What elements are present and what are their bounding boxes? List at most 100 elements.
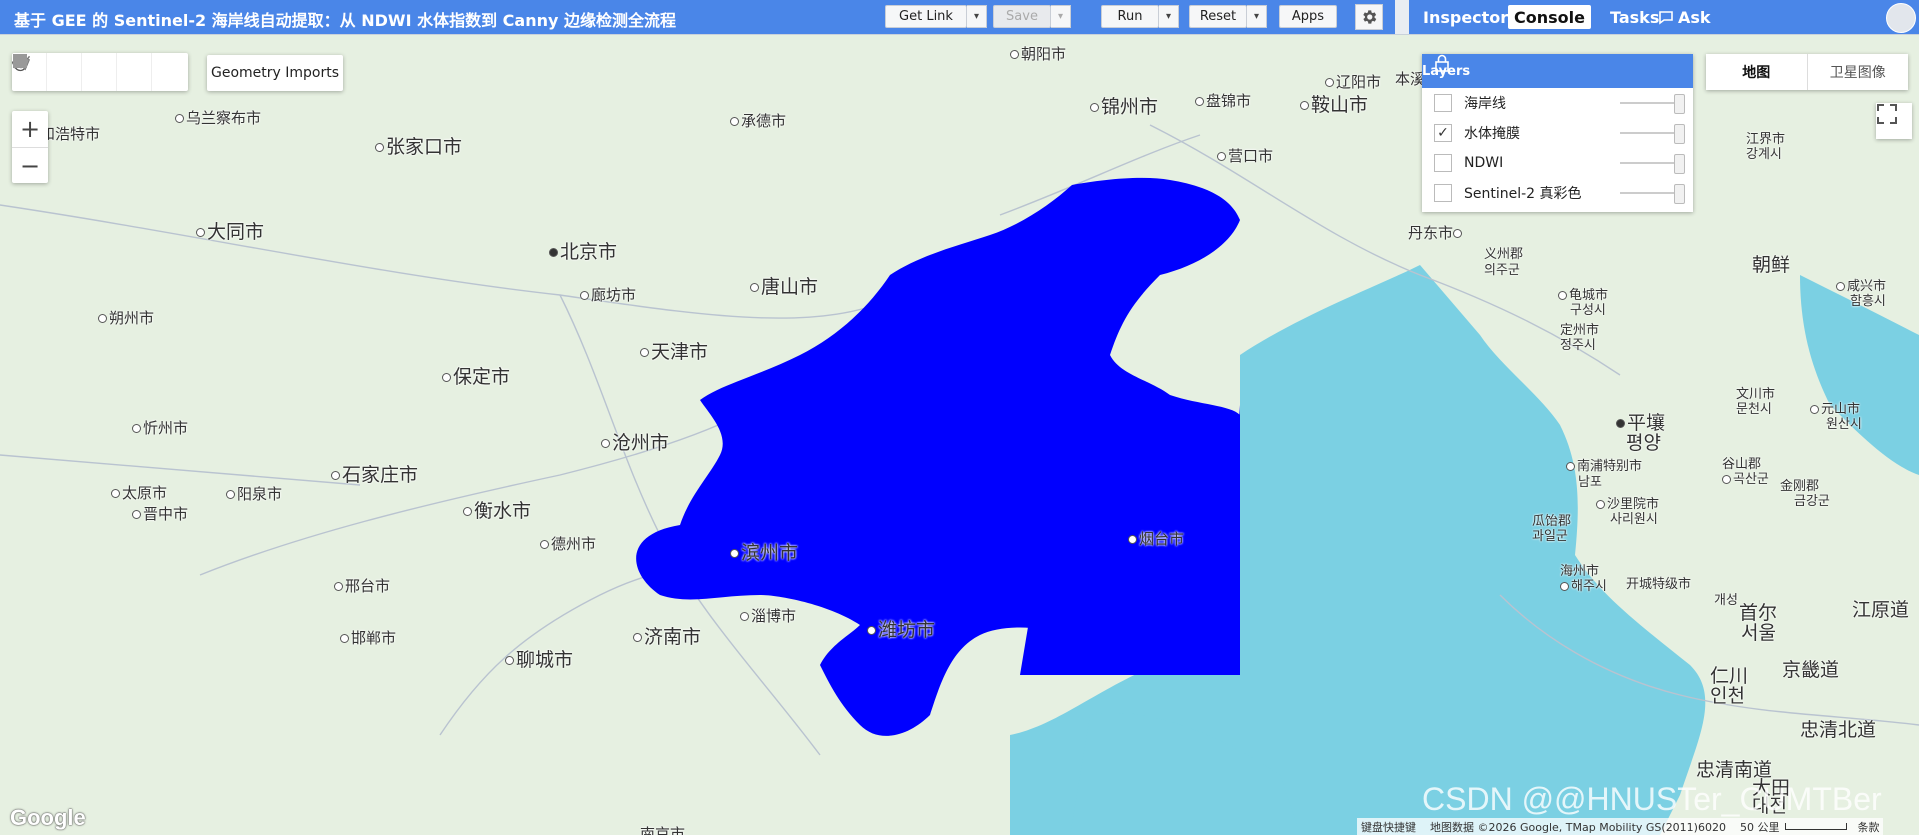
reset-dropdown[interactable]: ▾ bbox=[1247, 5, 1267, 28]
reset-button[interactable]: Reset bbox=[1189, 5, 1247, 28]
watermark: CSDN @@HNUSTer_CUMTBer bbox=[1422, 781, 1882, 817]
city-name: 张家口市 bbox=[386, 136, 463, 158]
city-marker bbox=[132, 424, 141, 433]
opacity-slider-track[interactable] bbox=[1620, 192, 1678, 194]
city-name: 鞍山市 bbox=[1311, 94, 1369, 116]
run-button[interactable]: Run bbox=[1101, 5, 1159, 28]
city-name: 문천시 bbox=[1736, 402, 1772, 417]
map-type-roadmap[interactable]: 地图 bbox=[1706, 54, 1808, 90]
city-name: 정주시 bbox=[1560, 338, 1596, 353]
script-title[interactable]: 基于 GEE 的 Sentinel-2 海岸线自动提取：从 NDWI 水体指数到… bbox=[14, 7, 676, 31]
city-name: 남포 bbox=[1578, 475, 1602, 490]
opacity-slider-track[interactable] bbox=[1620, 102, 1678, 104]
tab-inspector[interactable]: Inspector bbox=[1417, 5, 1514, 29]
save-button[interactable]: Save bbox=[993, 5, 1051, 28]
geometry-imports-button[interactable]: Geometry Imports bbox=[207, 55, 343, 91]
save-dropdown[interactable]: ▾ bbox=[1051, 5, 1071, 28]
city-name: 서울 bbox=[1741, 622, 1776, 644]
opacity-slider-handle[interactable] bbox=[1674, 154, 1685, 174]
city-label: 江原道 bbox=[1852, 595, 1909, 622]
lock-icon bbox=[1435, 54, 1449, 72]
city-marker bbox=[1558, 291, 1567, 300]
polygon-tool[interactable] bbox=[13, 53, 152, 91]
city-label: 烟台市 bbox=[1128, 528, 1184, 549]
panel-splitter[interactable] bbox=[1397, 0, 1409, 34]
city-label: 忠清北道 bbox=[1800, 715, 1876, 742]
city-name: 금강군 bbox=[1794, 494, 1830, 509]
drawing-tools bbox=[12, 53, 188, 91]
city-name: 营口市 bbox=[1228, 147, 1274, 165]
marker-tool[interactable] bbox=[16, 53, 82, 91]
city-label: 锦州市 bbox=[1090, 92, 1158, 119]
google-logo: Google bbox=[10, 805, 86, 830]
keyboard-shortcuts-link[interactable]: 键盘快捷键 bbox=[1361, 819, 1416, 835]
city-label: 邢台市 bbox=[334, 575, 390, 596]
city-name: 원산시 bbox=[1826, 417, 1862, 432]
city-name: 朝鲜 bbox=[1752, 254, 1791, 276]
city-name: 과일군 bbox=[1532, 529, 1568, 544]
opacity-slider-handle[interactable] bbox=[1674, 184, 1685, 204]
city-label: 京畿道 bbox=[1782, 655, 1839, 682]
city-marker bbox=[1195, 97, 1204, 106]
city-label: 石家庄市 bbox=[331, 460, 418, 487]
city-name: 阳泉市 bbox=[237, 485, 283, 503]
rectangle-tool[interactable] bbox=[13, 53, 186, 91]
opacity-slider-track[interactable] bbox=[1620, 162, 1678, 164]
city-marker bbox=[730, 117, 739, 126]
right-panel-tabs: Inspector Console Tasks Ask bbox=[1409, 0, 1919, 34]
opacity-slider-handle[interactable] bbox=[1674, 124, 1685, 144]
layers-header[interactable]: Layers bbox=[1422, 54, 1693, 88]
run-dropdown[interactable]: ▾ bbox=[1159, 5, 1179, 28]
layer-checkbox[interactable]: ✓ bbox=[1434, 124, 1452, 142]
layer-row-sentinel2: Sentinel-2 真彩色 bbox=[1422, 178, 1693, 208]
city-marker bbox=[1090, 103, 1099, 112]
city-name: 大同市 bbox=[207, 221, 265, 243]
settings-button[interactable] bbox=[1355, 4, 1383, 30]
line-tool[interactable] bbox=[13, 53, 117, 91]
get-link-dropdown[interactable]: ▾ bbox=[967, 5, 987, 28]
city-label: 정주시 bbox=[1560, 334, 1596, 353]
city-marker bbox=[1010, 50, 1019, 59]
city-name: 京畿道 bbox=[1782, 659, 1840, 681]
get-link-button[interactable]: Get Link bbox=[885, 5, 967, 28]
city-name: 德州市 bbox=[551, 535, 597, 553]
city-label: 과일군 bbox=[1532, 525, 1568, 544]
fullscreen-button[interactable] bbox=[1876, 103, 1912, 139]
tab-console[interactable]: Console bbox=[1508, 5, 1591, 29]
map-canvas[interactable]: 朝阳市 乌兰察布市 承德市 锦州市 盘锦市 鞍山市 辽阳市 本溪 和浩特市 张家… bbox=[0, 35, 1919, 835]
apps-button[interactable]: Apps bbox=[1279, 5, 1337, 28]
opacity-slider-handle[interactable] bbox=[1674, 94, 1685, 114]
zoom-out-button[interactable]: − bbox=[12, 148, 48, 184]
city-name: 해주시 bbox=[1571, 579, 1607, 594]
terms-link[interactable]: 条款 bbox=[1857, 819, 1879, 835]
city-label: 乌兰察布市 bbox=[175, 107, 261, 128]
layer-checkbox[interactable] bbox=[1434, 94, 1452, 112]
layer-checkbox[interactable] bbox=[1434, 154, 1452, 172]
city-name: 강계시 bbox=[1746, 147, 1782, 162]
city-marker bbox=[750, 283, 759, 292]
layer-checkbox[interactable] bbox=[1434, 184, 1452, 202]
city-name: 烟台市 bbox=[1139, 530, 1185, 548]
city-label: 사리원시 bbox=[1610, 508, 1658, 527]
city-marker bbox=[1836, 282, 1845, 291]
map-type-satellite[interactable]: 卫星图像 bbox=[1808, 54, 1909, 90]
scale-label[interactable]: 50 公里 bbox=[1740, 819, 1780, 835]
city-label: 济南市 bbox=[633, 622, 701, 649]
city-marker bbox=[175, 114, 184, 123]
city-label: 문천시 bbox=[1736, 398, 1772, 417]
avatar[interactable] bbox=[1886, 3, 1916, 33]
city-marker bbox=[334, 582, 343, 591]
city-label: 남포 bbox=[1578, 471, 1602, 490]
layer-label: NDWI bbox=[1464, 155, 1504, 171]
city-name: 太原市 bbox=[122, 484, 168, 502]
capital-marker bbox=[549, 248, 558, 257]
layer-label: Sentinel-2 真彩色 bbox=[1464, 186, 1582, 202]
layers-panel: Layers 海岸线 ✓ 水体掩膜 NDWI Sentinel-2 真彩色 bbox=[1422, 54, 1693, 212]
scale-bar bbox=[1785, 823, 1848, 830]
city-name: 盘锦市 bbox=[1206, 92, 1252, 110]
zoom-in-button[interactable]: + bbox=[12, 111, 48, 148]
opacity-slider-track[interactable] bbox=[1620, 132, 1678, 134]
city-name: 구성시 bbox=[1570, 303, 1606, 318]
tab-ask[interactable]: Ask bbox=[1652, 5, 1717, 29]
tab-ask-label: Ask bbox=[1678, 7, 1711, 27]
